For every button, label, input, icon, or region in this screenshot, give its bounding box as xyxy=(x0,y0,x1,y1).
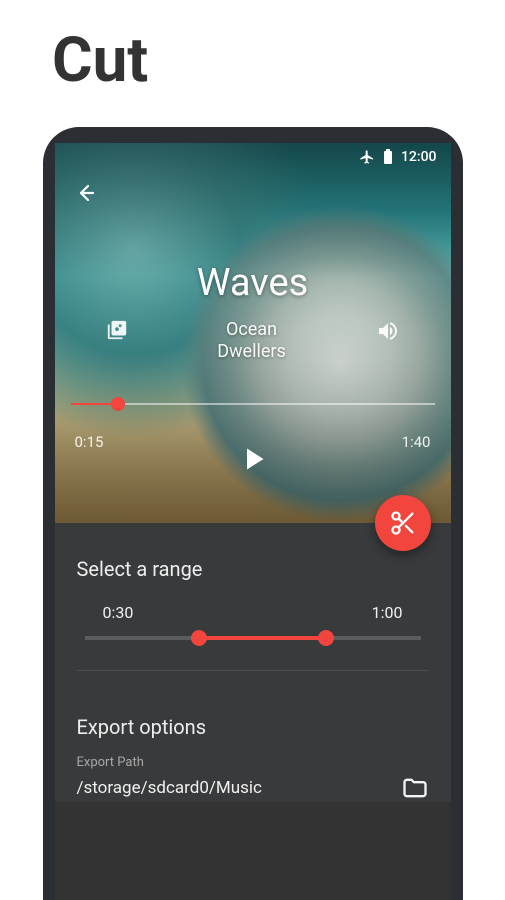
total-time: 1:40 xyxy=(402,433,431,451)
track-title: Waves xyxy=(55,261,451,305)
export-path: /storage/sdcard0/Music xyxy=(77,778,262,798)
range-fill xyxy=(199,636,327,640)
range-thumb-start[interactable] xyxy=(191,630,207,646)
artist-name: Ocean Dwellers xyxy=(192,319,312,362)
export-section: Export options Export Path /storage/sdca… xyxy=(55,693,451,802)
range-section: Select a range 0:30 1:00 Export options … xyxy=(55,523,451,802)
elapsed-time: 0:15 xyxy=(75,433,104,451)
range-times: 0:30 1:00 xyxy=(77,603,429,622)
volume-icon[interactable] xyxy=(376,319,400,343)
airplane-mode-icon xyxy=(359,149,375,165)
status-bar: 12:00 xyxy=(359,149,437,165)
export-path-label: Export Path xyxy=(77,755,429,770)
playback-thumb[interactable] xyxy=(111,397,125,411)
playback-track xyxy=(71,403,435,405)
back-button[interactable] xyxy=(71,179,99,207)
range-slider[interactable] xyxy=(85,636,421,640)
playback-slider[interactable] xyxy=(71,403,435,405)
battery-icon xyxy=(383,149,393,165)
export-section-title: Export options xyxy=(77,715,429,739)
phone-screen: 12:00 Waves Ocean Dwellers xyxy=(55,143,451,900)
album-icon[interactable] xyxy=(106,319,128,341)
range-section-title: Select a range xyxy=(77,557,429,581)
cut-fab[interactable] xyxy=(375,495,431,551)
player-meta-row: Ocean Dwellers xyxy=(55,319,451,362)
phone-frame: 12:00 Waves Ocean Dwellers xyxy=(43,127,463,900)
range-start-time: 0:30 xyxy=(103,603,134,622)
play-button[interactable] xyxy=(235,441,271,477)
player-hero: 12:00 Waves Ocean Dwellers xyxy=(55,143,451,523)
scissors-icon xyxy=(389,509,417,537)
status-time: 12:00 xyxy=(401,149,437,165)
folder-icon[interactable] xyxy=(401,774,429,802)
range-thumb-end[interactable] xyxy=(318,630,334,646)
divider xyxy=(77,670,429,671)
range-end-time: 1:00 xyxy=(372,603,403,622)
page-title: Cut xyxy=(0,0,505,127)
